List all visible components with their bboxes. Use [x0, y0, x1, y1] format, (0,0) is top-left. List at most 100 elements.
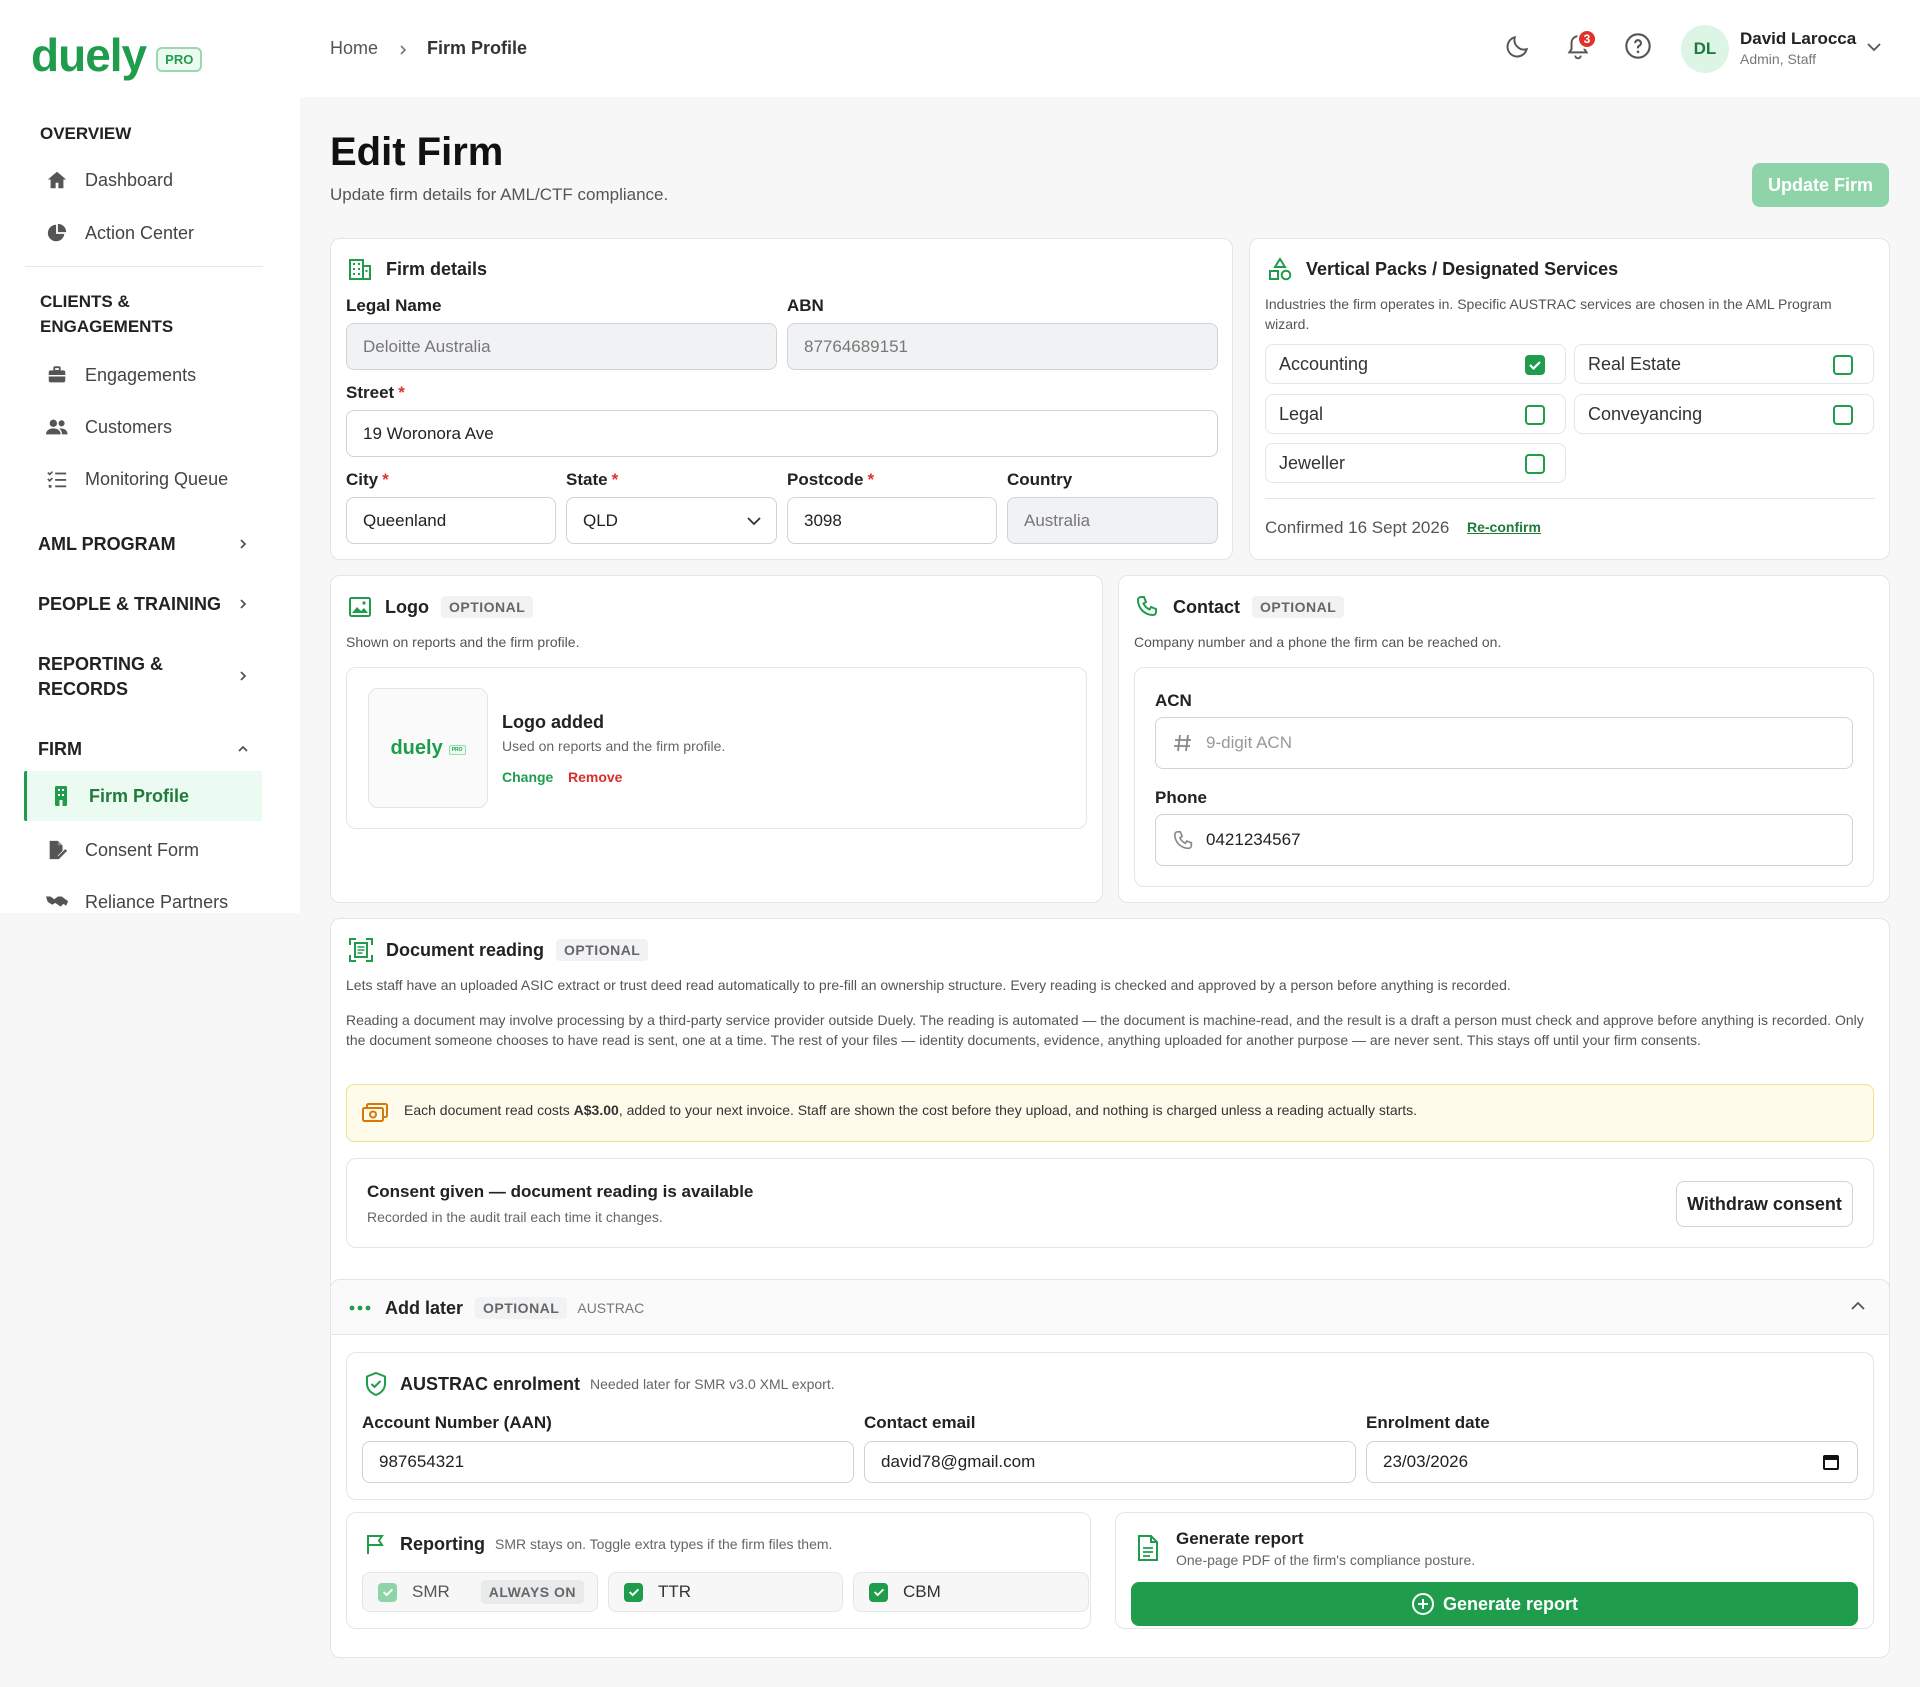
postcode-input[interactable]: 3098 [787, 497, 997, 544]
ttr-label: TTR [658, 1582, 692, 1601]
state-select[interactable]: QLD [566, 497, 777, 544]
breadcrumb-current: Firm Profile [427, 38, 528, 58]
divider [1265, 498, 1875, 499]
sidebar: duely PRO OVERVIEW Dashboard Action Cent… [0, 0, 300, 913]
sidebar-item-engagements[interactable]: Engagements [45, 363, 196, 387]
ttr-toggle[interactable]: TTR [608, 1572, 843, 1612]
generate-report-button[interactable]: Generate report [1131, 1582, 1858, 1626]
checkbox-real-estate[interactable]: Real Estate [1574, 344, 1874, 384]
enrolment-date-label: Enrolment date [1366, 1413, 1490, 1432]
update-firm-button[interactable]: Update Firm [1752, 163, 1889, 207]
label-text: Street [346, 383, 395, 402]
cost-notice-text: Each document read costs A$3.00, added t… [404, 1102, 1417, 1118]
hash-icon [1174, 734, 1191, 752]
date-value: 23/03/2026 [1383, 1452, 1469, 1471]
section-firm[interactable]: FIRM [38, 737, 82, 762]
plus-circle-icon [1411, 1593, 1434, 1615]
contact-email-input[interactable]: david78@gmail.com [864, 1441, 1356, 1483]
sidebar-item-dashboard[interactable]: Dashboard [45, 168, 173, 192]
smr-label: SMR [412, 1582, 450, 1601]
brand-wordmark: duely [31, 29, 147, 81]
section-aml-program[interactable]: AML PROGRAM [38, 532, 176, 557]
avatar[interactable]: DL [1681, 25, 1729, 73]
sidebar-item-label: Monitoring Queue [85, 468, 229, 489]
panel-note: SMR stays on. Toggle extra types if the … [495, 1536, 833, 1552]
checkbox-disabled-checked [378, 1582, 397, 1602]
label-text: Postcode [787, 470, 864, 489]
breadcrumb-separator-icon [400, 45, 407, 55]
panel-title-text: AUSTRAC enrolment [400, 1373, 581, 1394]
chevron-up-icon[interactable] [1850, 1300, 1866, 1312]
logo-remove-link[interactable]: Remove [568, 769, 622, 785]
user-name: David Larocca [1740, 29, 1857, 48]
checkbox-label: Accounting [1279, 353, 1369, 374]
calendar-icon[interactable] [1822, 1453, 1840, 1471]
cbm-label: CBM [903, 1582, 941, 1601]
panel-title-text: Reporting [400, 1533, 485, 1554]
checkbox-conveyancing[interactable]: Conveyancing [1574, 394, 1874, 434]
aan-input[interactable]: 987654321 [362, 1441, 854, 1483]
chevron-right-icon[interactable] [236, 669, 250, 683]
sidebar-item-label: Firm Profile [89, 785, 190, 806]
thumbnail-wordmark: duely [390, 736, 443, 759]
chevron-down-icon[interactable] [1866, 41, 1882, 53]
phone-icon [1136, 596, 1157, 617]
document-scan-icon [349, 938, 373, 962]
legal-name-label: Legal Name [346, 296, 442, 315]
checkbox-accounting[interactable]: Accounting [1265, 344, 1566, 384]
card-title-text: Firm details [386, 258, 488, 279]
shield-check-icon [366, 1371, 386, 1397]
card-title-text: Logo [385, 596, 429, 617]
city-input[interactable]: Queenland [346, 497, 556, 544]
consent-status-sub: Recorded in the audit trail each time it… [367, 1209, 663, 1225]
section-people-training[interactable]: PEOPLE & TRAINING [38, 592, 221, 617]
unchecked-box [1833, 405, 1853, 425]
card-title-text: Document reading [386, 939, 545, 960]
breadcrumb-home[interactable]: Home [330, 38, 378, 59]
always-on-badge: ALWAYS ON [480, 1580, 585, 1604]
section-reporting-records[interactable]: REPORTING & RECORDS [38, 652, 163, 702]
sidebar-item-consent-form[interactable]: Consent Form [45, 838, 199, 862]
street-input[interactable]: 19 Woronora Ave [346, 410, 1218, 457]
help-icon[interactable] [1624, 32, 1652, 60]
abn-input[interactable]: 87764689151 [787, 323, 1218, 370]
withdraw-consent-button[interactable]: Withdraw consent [1676, 1181, 1853, 1227]
sidebar-item-monitoring-queue[interactable]: Monitoring Queue [45, 467, 228, 491]
thumbnail-badge: PRO [448, 744, 466, 755]
chevron-up-icon[interactable] [236, 742, 250, 756]
country-input[interactable]: Australia [1007, 497, 1218, 544]
checkbox-jeweller[interactable]: Jeweller [1265, 443, 1566, 483]
card-title-text: Vertical Packs / Designated Services [1306, 258, 1619, 279]
checkbox-legal[interactable]: Legal [1265, 394, 1566, 434]
enrolment-date-input[interactable]: 23/03/2026 [1366, 1441, 1858, 1483]
chevron-right-icon[interactable] [236, 597, 250, 611]
briefcase-icon [45, 363, 69, 387]
flag-icon [367, 1535, 384, 1554]
cbm-toggle[interactable]: CBM [853, 1572, 1089, 1612]
aan-label: Account Number (AAN) [362, 1413, 552, 1432]
label-text: City [346, 470, 379, 489]
shapes-icon [1269, 257, 1292, 281]
section-clients: CLIENTS & ENGAGEMENTS [40, 292, 174, 336]
sidebar-item-label: Action Center [85, 222, 195, 243]
contact-email-label: Contact email [864, 1413, 976, 1432]
unchecked-box [1833, 355, 1853, 375]
sidebar-item-customers[interactable]: Customers [45, 415, 172, 439]
phone-input[interactable]: 0421234567 [1155, 814, 1853, 866]
page-title: Edit Firm [330, 130, 504, 174]
firm-details-title: Firm details [348, 257, 487, 281]
acn-input[interactable]: 9-digit ACN [1155, 717, 1853, 769]
sidebar-item-firm-profile[interactable]: Firm Profile [49, 784, 189, 808]
optional-badge: OPTIONAL [440, 596, 534, 618]
sidebar-item-reliance-partners[interactable]: Reliance Partners [45, 890, 228, 914]
sidebar-item-action-center[interactable]: Action Center [45, 221, 194, 245]
required-mark: * [382, 470, 389, 489]
legal-name-input[interactable]: Deloitte Australia [346, 323, 777, 370]
sidebar-item-label: Dashboard [85, 169, 174, 190]
brand-logo[interactable]: duely PRO [31, 28, 203, 82]
reconfirm-link[interactable]: Re-confirm [1467, 519, 1541, 535]
logo-change-link[interactable]: Change [502, 769, 553, 785]
moon-icon[interactable] [1505, 33, 1531, 59]
chevron-right-icon[interactable] [236, 537, 250, 551]
austrac-enrolment-title: AUSTRAC enrolment Needed later for SMR v… [364, 1371, 835, 1397]
